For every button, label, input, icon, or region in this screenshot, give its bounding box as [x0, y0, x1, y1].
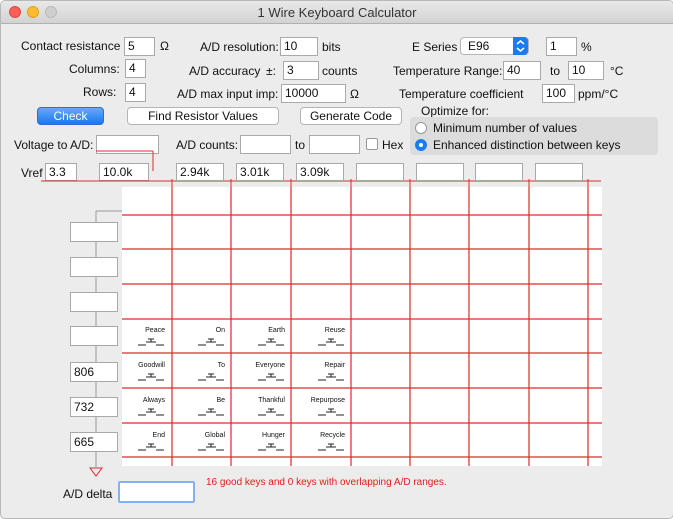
- row-value-field[interactable]: 806: [70, 362, 118, 382]
- key-label: Always: [142, 397, 165, 404]
- row-value-field[interactable]: 665: [70, 432, 118, 452]
- key-label: End: [152, 432, 165, 439]
- ad-delta-label: A/D delta: [63, 487, 113, 501]
- key-switch-icon[interactable]: [256, 442, 286, 454]
- row-value-field[interactable]: [70, 292, 118, 312]
- row-value-field[interactable]: [70, 257, 118, 277]
- column-resistor-field[interactable]: [356, 163, 404, 181]
- column-resistor-field[interactable]: [535, 163, 583, 181]
- key-switch-icon[interactable]: [316, 442, 346, 454]
- key-label: Everyone: [255, 362, 285, 369]
- key-label: Global: [204, 432, 225, 439]
- column-resistor-field[interactable]: 3.01k: [236, 163, 284, 181]
- key-switch-icon[interactable]: [316, 372, 346, 384]
- row-value-field[interactable]: [70, 326, 118, 346]
- key-switch-icon[interactable]: [136, 442, 166, 454]
- key-switch-icon[interactable]: [256, 407, 286, 419]
- key-switch-icon[interactable]: [196, 442, 226, 454]
- key-switch-icon[interactable]: [256, 337, 286, 349]
- row-value-field[interactable]: 732: [70, 397, 118, 417]
- column-resistor-field[interactable]: 2.94k: [176, 163, 224, 181]
- key-label: Goodwill: [138, 362, 165, 369]
- key-label: Reuse: [324, 327, 345, 334]
- key-switch-icon[interactable]: [316, 407, 346, 419]
- column-resistor-field[interactable]: 3.09k: [296, 163, 344, 181]
- row-value-field[interactable]: [70, 222, 118, 242]
- key-label: Thankful: [258, 397, 285, 404]
- column-resistor-field[interactable]: [475, 163, 523, 181]
- key-label: On: [215, 327, 225, 334]
- ground-icon: [89, 467, 103, 477]
- key-label: Repurpose: [310, 397, 345, 404]
- status-message: 16 good keys and 0 keys with overlapping…: [206, 477, 447, 488]
- key-label: Be: [216, 397, 225, 404]
- key-label: Peace: [145, 327, 165, 334]
- key-switch-icon[interactable]: [196, 372, 226, 384]
- key-switch-icon[interactable]: [136, 337, 166, 349]
- key-switch-icon[interactable]: [316, 337, 346, 349]
- key-label: Repair: [324, 362, 345, 369]
- app-window: 1 Wire Keyboard Calculator Contact resis…: [0, 0, 673, 519]
- column-resistor-field[interactable]: [416, 163, 464, 181]
- key-switch-icon[interactable]: [256, 372, 286, 384]
- key-label: Hunger: [262, 432, 285, 439]
- matrix-background: [122, 187, 602, 466]
- key-switch-icon[interactable]: [196, 337, 226, 349]
- key-label: To: [217, 362, 225, 369]
- key-label: Recycle: [320, 432, 345, 439]
- key-label: Earth: [268, 327, 285, 334]
- ad-delta-field[interactable]: [118, 481, 195, 503]
- key-switch-icon[interactable]: [196, 407, 226, 419]
- key-switch-icon[interactable]: [136, 372, 166, 384]
- key-switch-icon[interactable]: [136, 407, 166, 419]
